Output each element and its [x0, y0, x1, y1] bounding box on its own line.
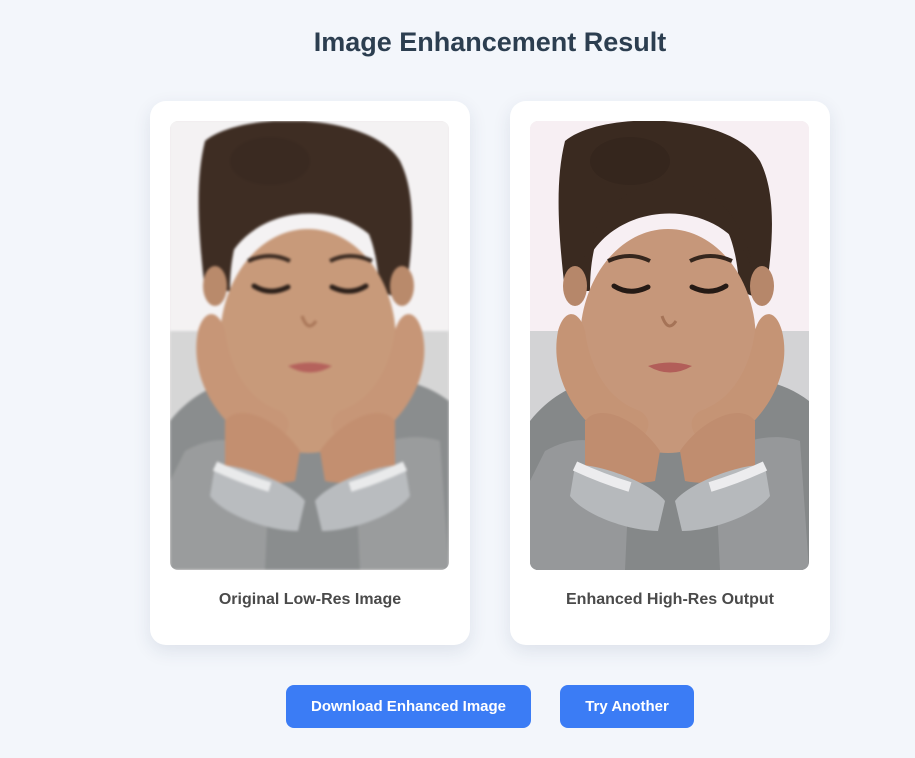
original-image-caption: Original Low-Res Image — [218, 591, 402, 608]
enhanced-image — [530, 121, 809, 570]
try-another-button[interactable]: Try Another — [560, 685, 694, 728]
page-title: Image Enhancement Result — [313, 27, 667, 57]
enhanced-image-card: Enhanced High-Res Output — [510, 101, 830, 645]
download-enhanced-image-button[interactable]: Download Enhanced Image — [286, 685, 531, 728]
original-image-card: Original Low-Res Image — [150, 101, 470, 645]
enhanced-image-caption: Enhanced High-Res Output — [566, 591, 774, 608]
original-image — [170, 121, 449, 570]
